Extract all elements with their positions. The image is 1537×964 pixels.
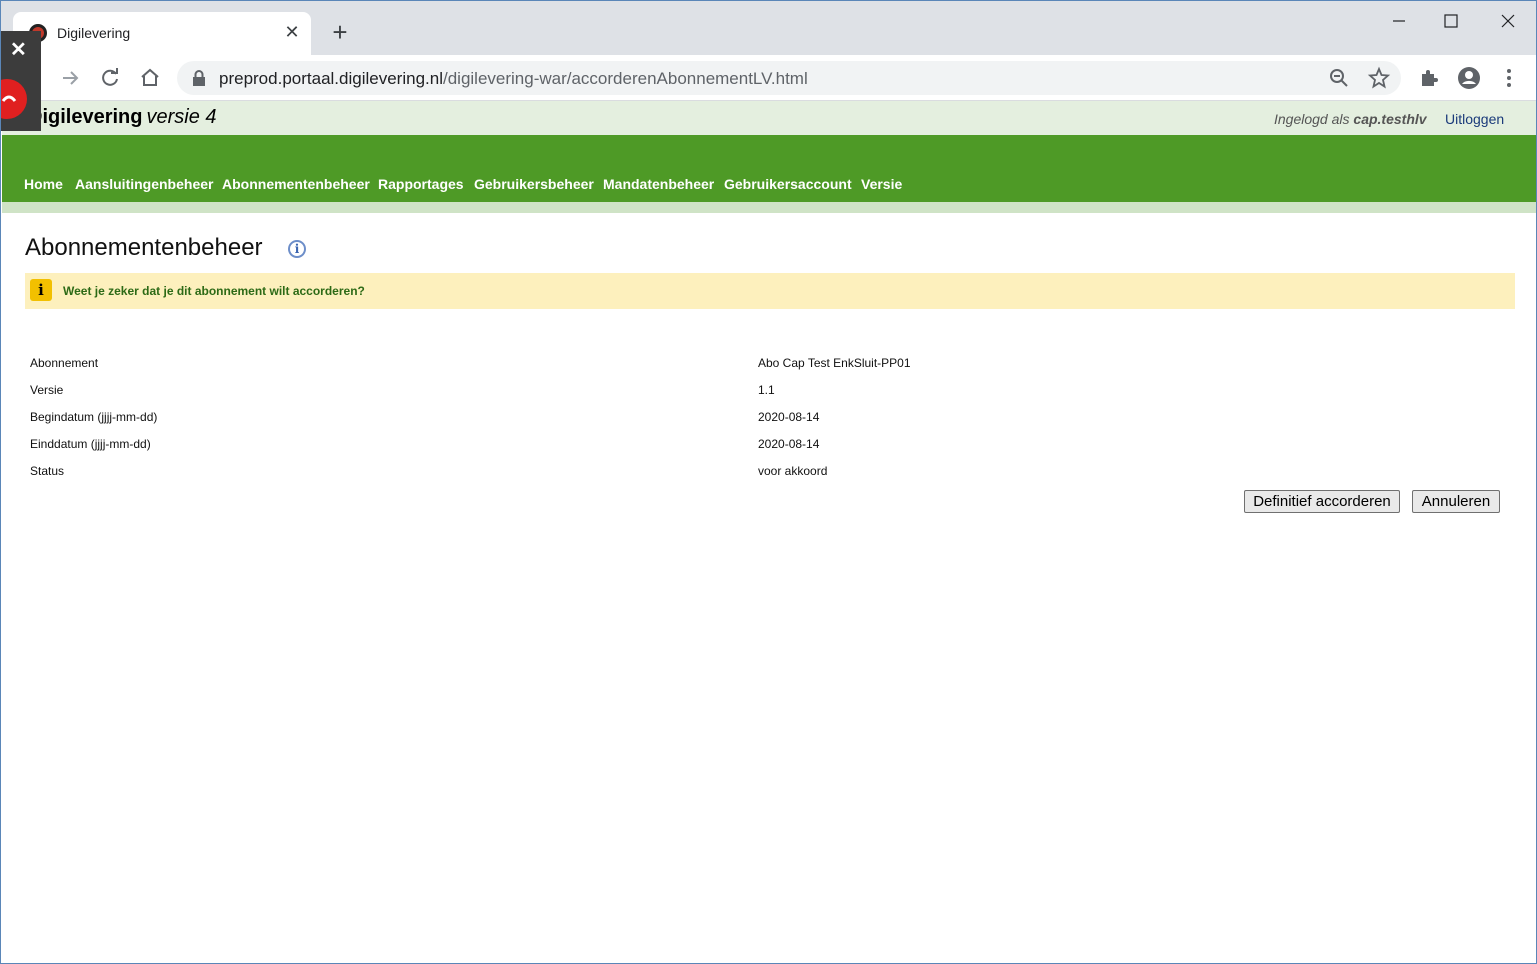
new-tab-button[interactable]: + <box>327 19 353 45</box>
confirm-accord-button[interactable]: Definitief accorderen <box>1244 490 1400 513</box>
maximize-icon <box>1444 14 1458 28</box>
warning-info-icon: i <box>30 279 52 301</box>
phone-icon <box>1 95 17 102</box>
tab-title: Digilevering <box>57 25 131 41</box>
browser-window: Digilevering ✕ + preprod.portaal.digilev… <box>0 0 1537 964</box>
zoom-out-icon <box>1330 69 1348 87</box>
nav-divider <box>2 202 1536 213</box>
browser-toolbar: preprod.portaal.digilevering.nl/digileve… <box>1 55 1536 101</box>
detail-row-status: Status voor akkoord <box>30 464 1130 484</box>
minimize-icon <box>1393 20 1405 22</box>
hangup-phone-icon[interactable] <box>1 79 27 119</box>
detail-value: voor akkoord <box>758 464 828 478</box>
call-overlay: ✕ <box>1 31 41 131</box>
url-text[interactable]: preprod.portaal.digilevering.nl/digileve… <box>219 69 808 89</box>
brand-title: Digileveringversie 4 <box>28 106 217 129</box>
menu-button[interactable] <box>1496 65 1522 91</box>
tab-digilevering[interactable]: Digilevering ✕ <box>13 12 311 55</box>
forward-button[interactable] <box>57 65 83 91</box>
detail-value: 2020-08-14 <box>758 410 820 424</box>
zoom-button[interactable] <box>1326 65 1352 91</box>
logged-in-user: cap.testhlv <box>1353 111 1427 127</box>
lock-icon <box>193 70 205 86</box>
reload-button[interactable] <box>97 65 123 91</box>
nav-item-mandatenbeheer[interactable]: Mandatenbeheer <box>603 176 714 192</box>
detail-row-einddatum: Einddatum (jjjj-mm-dd) 2020-08-14 <box>30 437 1130 457</box>
info-icon[interactable]: i <box>288 240 306 258</box>
detail-value: Abo Cap Test EnkSluit-PP01 <box>758 356 911 370</box>
cancel-button[interactable]: Annuleren <box>1412 490 1500 513</box>
detail-label: Begindatum (jjjj-mm-dd) <box>30 410 158 424</box>
brand-version: versie 4 <box>146 106 217 128</box>
main-nav: Home Aansluitingenbeheer Abonnementenbeh… <box>2 135 1536 202</box>
detail-label: Status <box>30 464 65 478</box>
star-icon <box>1367 66 1391 89</box>
app-header: Digileveringversie 4 Ingelogd als cap.te… <box>2 101 1536 135</box>
overlay-close-icon[interactable]: ✕ <box>10 37 27 62</box>
url-path: /digilevering-war/accorderenAbonnementLV… <box>442 69 808 88</box>
close-window-button[interactable] <box>1485 7 1531 35</box>
detail-label: Einddatum (jjjj-mm-dd) <box>30 437 151 451</box>
address-bar[interactable]: preprod.portaal.digilevering.nl/digileve… <box>177 61 1401 95</box>
puzzle-icon <box>1422 70 1438 86</box>
close-icon <box>1501 14 1515 28</box>
detail-label: Versie <box>30 383 64 397</box>
account-icon <box>1458 67 1480 89</box>
detail-label: Abonnement <box>30 356 99 370</box>
profile-button[interactable] <box>1456 65 1482 91</box>
url-host: preprod.portaal.digilevering.nl <box>219 69 443 88</box>
nav-item-rapportages[interactable]: Rapportages <box>378 176 464 192</box>
nav-item-abonnementenbeheer[interactable]: Abonnementenbeheer <box>222 176 370 192</box>
home-icon <box>141 68 159 86</box>
bookmark-button[interactable] <box>1366 65 1392 91</box>
nav-item-gebruikersaccount[interactable]: Gebruikersaccount <box>724 176 852 192</box>
logged-in-prefix: Ingelogd als <box>1274 111 1350 127</box>
logged-in-info: Ingelogd als cap.testhlv <box>1274 111 1427 127</box>
notice-text: Weet je zeker dat je dit abonnement wilt… <box>63 284 365 298</box>
detail-value: 2020-08-14 <box>758 437 820 451</box>
reload-icon <box>102 68 118 86</box>
maximize-button[interactable] <box>1428 7 1474 35</box>
nav-item-versie[interactable]: Versie <box>861 176 902 192</box>
logout-link[interactable]: Uitloggen <box>1445 111 1504 127</box>
nav-item-aansluitingenbeheer[interactable]: Aansluitingenbeheer <box>75 176 213 192</box>
detail-row-begindatum: Begindatum (jjjj-mm-dd) 2020-08-14 <box>30 410 1130 430</box>
nav-item-gebruikersbeheer[interactable]: Gebruikersbeheer <box>474 176 594 192</box>
brand-name: igilevering <box>42 106 143 128</box>
home-button[interactable] <box>137 65 163 91</box>
arrow-right-icon <box>63 71 79 85</box>
more-vertical-icon <box>1507 69 1511 87</box>
nav-item-home[interactable]: Home <box>24 176 63 192</box>
detail-row-versie: Versie 1.1 <box>30 383 1130 403</box>
extensions-button[interactable] <box>1416 65 1442 91</box>
confirmation-notice: i Weet je zeker dat je dit abonnement wi… <box>25 273 1515 309</box>
minimize-button[interactable] <box>1376 7 1422 35</box>
detail-row-abonnement: Abonnement Abo Cap Test EnkSluit-PP01 <box>30 356 1130 376</box>
page-title: Abonnementenbeheer <box>25 234 263 261</box>
tab-strip: Digilevering ✕ + <box>1 1 1536 55</box>
tab-close-icon[interactable]: ✕ <box>281 21 303 43</box>
detail-value: 1.1 <box>758 383 775 397</box>
